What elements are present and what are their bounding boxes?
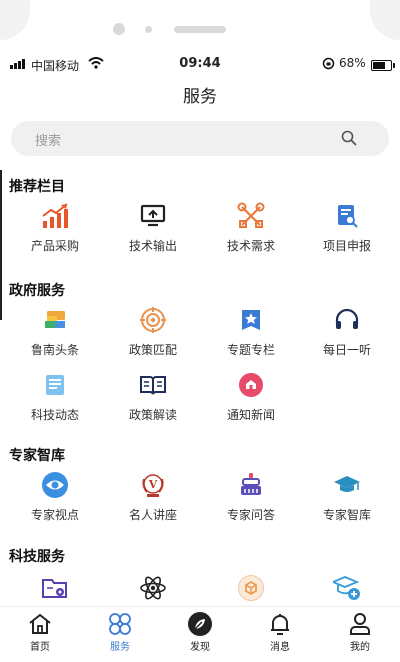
- item-label: 科技动态: [30, 408, 79, 422]
- layers-icon: [40, 305, 70, 335]
- service-item-policy-match[interactable]: 政策匹配: [104, 305, 202, 358]
- service-item-expert-think-tank[interactable]: 专家智库: [298, 470, 396, 523]
- service-item-daily-listen[interactable]: 每日一听: [298, 305, 396, 358]
- compass-leaf-icon: [160, 611, 240, 637]
- service-item-tech-2[interactable]: [104, 573, 202, 603]
- headphones-icon: [332, 305, 362, 335]
- bell-icon: [240, 611, 320, 637]
- chart-up-icon: [40, 201, 70, 231]
- service-item-expert-views[interactable]: 专家视点: [6, 470, 104, 523]
- service-item-product-purchase[interactable]: 产品采购: [6, 201, 104, 254]
- service-item-policy-interpretation[interactable]: 政策解读: [104, 370, 202, 423]
- item-label: 专家智库: [322, 508, 371, 522]
- bezel-corner-right: [370, 0, 400, 40]
- open-book-icon: [138, 370, 168, 400]
- section-title-tech-services: 科技服务: [9, 549, 65, 565]
- svg-text:V: V: [148, 478, 158, 491]
- tab-label: 首页: [30, 642, 50, 653]
- search-bar[interactable]: 搜索: [11, 121, 389, 156]
- search-input[interactable]: 搜索: [35, 130, 61, 149]
- page-title: 服务: [183, 87, 217, 107]
- item-label: 技术输出: [128, 239, 177, 253]
- service-item-celebrity-lectures[interactable]: V 名人讲座: [104, 470, 202, 523]
- item-label: 专家问答: [226, 508, 275, 522]
- search-icon[interactable]: [341, 130, 357, 150]
- tab-home[interactable]: 首页: [0, 611, 80, 653]
- tab-label: 发现: [190, 642, 210, 653]
- device-bezel: [0, 0, 400, 52]
- sensor-dot: [145, 26, 152, 33]
- user-icon: [320, 611, 400, 637]
- status-bar: 中国移动 09:44 68%: [0, 54, 400, 76]
- cap-plus-icon: [332, 573, 362, 603]
- section-title-experts: 专家智库: [9, 448, 65, 464]
- monitor-upload-icon: [138, 201, 168, 231]
- item-label: 技术需求: [226, 239, 275, 253]
- item-label: 专家视点: [30, 508, 79, 522]
- eye-icon: [40, 470, 70, 500]
- item-label: 政策匹配: [128, 343, 177, 357]
- service-item-special-topics[interactable]: 专题专栏: [202, 305, 300, 358]
- item-label: 专题专栏: [226, 343, 275, 357]
- graduation-cap-icon: [332, 470, 362, 500]
- rotation-lock-icon: [322, 57, 335, 73]
- clover-icon: [80, 611, 160, 637]
- tab-label: 消息: [270, 642, 290, 653]
- battery-percent: 68%: [339, 56, 366, 70]
- home-icon: [0, 611, 80, 637]
- bottom-tab-bar: 首页 服务 发现 消息 我的: [0, 606, 400, 662]
- earpiece-speaker: [174, 26, 226, 33]
- tab-discover[interactable]: 发现: [160, 611, 240, 653]
- bell-home-icon: [236, 370, 266, 400]
- folder-gear-icon: [40, 573, 70, 603]
- service-item-tech-output[interactable]: 技术输出: [104, 201, 202, 254]
- tools-icon: [236, 201, 266, 231]
- tab-profile[interactable]: 我的: [320, 611, 400, 653]
- service-item-expert-qa[interactable]: 专家问答: [202, 470, 300, 523]
- bezel-corner-left: [0, 0, 30, 40]
- service-item-tech-3[interactable]: [202, 573, 300, 603]
- scroll-indicator: [0, 170, 2, 320]
- tab-service[interactable]: 服务: [80, 611, 160, 653]
- item-label: 通知新闻: [226, 408, 275, 422]
- item-label: 名人讲座: [128, 508, 177, 522]
- item-label: 每日一听: [322, 343, 371, 357]
- tab-label: 服务: [110, 642, 130, 653]
- star-bookmark-icon: [236, 305, 266, 335]
- battery-icon: [371, 60, 395, 71]
- item-label: 政策解读: [128, 408, 177, 422]
- item-label: 产品采购: [30, 239, 79, 253]
- battery-fill: [373, 62, 385, 69]
- laurel-v-icon: V: [138, 470, 168, 500]
- service-item-tech-1[interactable]: [6, 573, 104, 603]
- item-label: 鲁南头条: [30, 343, 79, 357]
- cake-stack-icon: [236, 470, 266, 500]
- document-search-icon: [332, 201, 362, 231]
- service-item-lunan-headlines[interactable]: 鲁南头条: [6, 305, 104, 358]
- notepad-icon: [40, 370, 70, 400]
- service-item-tech-news[interactable]: 科技动态: [6, 370, 104, 423]
- box-circle-icon: [236, 573, 266, 603]
- service-item-notice-news[interactable]: 通知新闻: [202, 370, 300, 423]
- section-title-recommended: 推荐栏目: [9, 179, 65, 195]
- service-item-project-declaration[interactable]: 项目申报: [298, 201, 396, 254]
- tab-label: 我的: [350, 642, 370, 653]
- tab-messages[interactable]: 消息: [240, 611, 320, 653]
- service-item-tech-4[interactable]: [298, 573, 396, 603]
- service-item-tech-demand[interactable]: 技术需求: [202, 201, 300, 254]
- item-label: 项目申报: [322, 239, 371, 253]
- section-title-government: 政府服务: [9, 283, 65, 299]
- target-icon: [138, 305, 168, 335]
- atom-icon: [138, 573, 168, 603]
- front-camera: [113, 23, 125, 35]
